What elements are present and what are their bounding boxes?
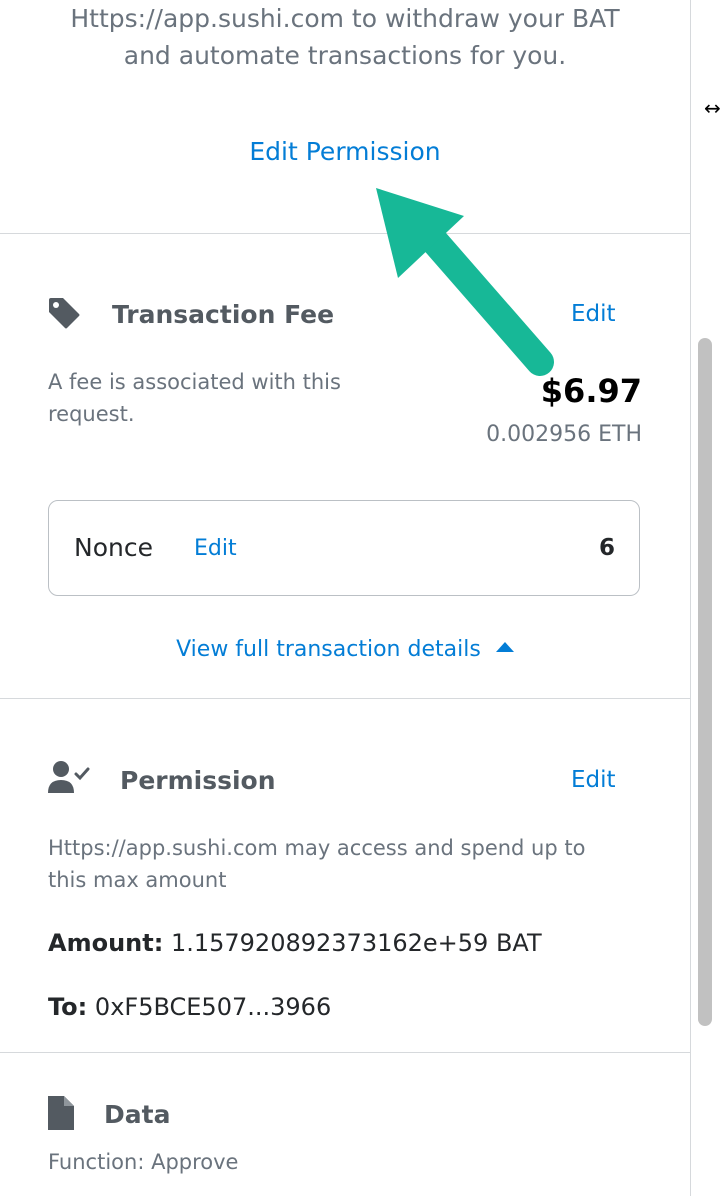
amount-label: Amount: <box>48 929 164 957</box>
scrollbar-thumb[interactable] <box>698 338 712 1026</box>
intro-line-2: and automate transactions for you. <box>123 41 567 70</box>
confirm-panel: Https://app.sushi.com to withdraw your B… <box>0 0 691 1196</box>
nonce-label: Nonce <box>74 533 153 562</box>
view-details-row: View full transaction details <box>0 634 690 666</box>
permission-desc-line-1: Https://app.sushi.com may access and spe… <box>48 836 586 860</box>
intro-text: Https://app.sushi.com to withdraw your B… <box>0 0 690 74</box>
divider-2 <box>0 698 690 699</box>
permission-edit-link[interactable]: Edit <box>571 764 616 796</box>
user-check-icon <box>47 760 91 794</box>
tag-icon <box>47 296 81 330</box>
permission-desc-line-2: this max amount <box>48 868 227 892</box>
data-title: Data <box>104 1100 171 1129</box>
amount-value: 1.157920892373162e+59 BAT <box>170 929 542 957</box>
edit-permission-link[interactable]: Edit Permission <box>0 134 690 170</box>
caret-up-icon[interactable] <box>495 642 514 652</box>
document-icon <box>48 1096 74 1130</box>
nonce-edit-link[interactable]: Edit <box>194 533 237 565</box>
intro-line-1: Https://app.sushi.com to withdraw your B… <box>70 4 620 33</box>
fee-usd-amount: $6.97 <box>540 372 642 410</box>
divider-3 <box>0 1052 690 1053</box>
fee-eth-amount: 0.002956 ETH <box>486 422 642 447</box>
fee-edit-link[interactable]: Edit <box>571 298 616 330</box>
permission-description: Https://app.sushi.com may access and spe… <box>48 832 585 896</box>
to-row: To: 0xF5BCE507...3966 <box>48 990 331 1024</box>
transaction-fee-title: Transaction Fee <box>112 300 335 329</box>
cursor-arrow-icon: ↔ <box>704 96 720 120</box>
nonce-value: 6 <box>598 535 615 561</box>
nonce-box: Nonce Edit 6 <box>48 500 640 596</box>
fee-desc-line-2: request. <box>48 402 135 426</box>
fee-description: A fee is associated with this request. <box>48 366 341 430</box>
to-address: 0xF5BCE507...3966 <box>94 993 332 1021</box>
view-full-details-link[interactable]: View full transaction details <box>176 637 481 662</box>
divider-1 <box>0 233 690 234</box>
amount-row: Amount: 1.157920892373162e+59 BAT <box>48 926 542 960</box>
fee-desc-line-1: A fee is associated with this <box>48 370 341 394</box>
to-label: To: <box>48 993 88 1021</box>
function-label: Function: Approve <box>48 1150 239 1174</box>
permission-title: Permission <box>120 766 276 795</box>
